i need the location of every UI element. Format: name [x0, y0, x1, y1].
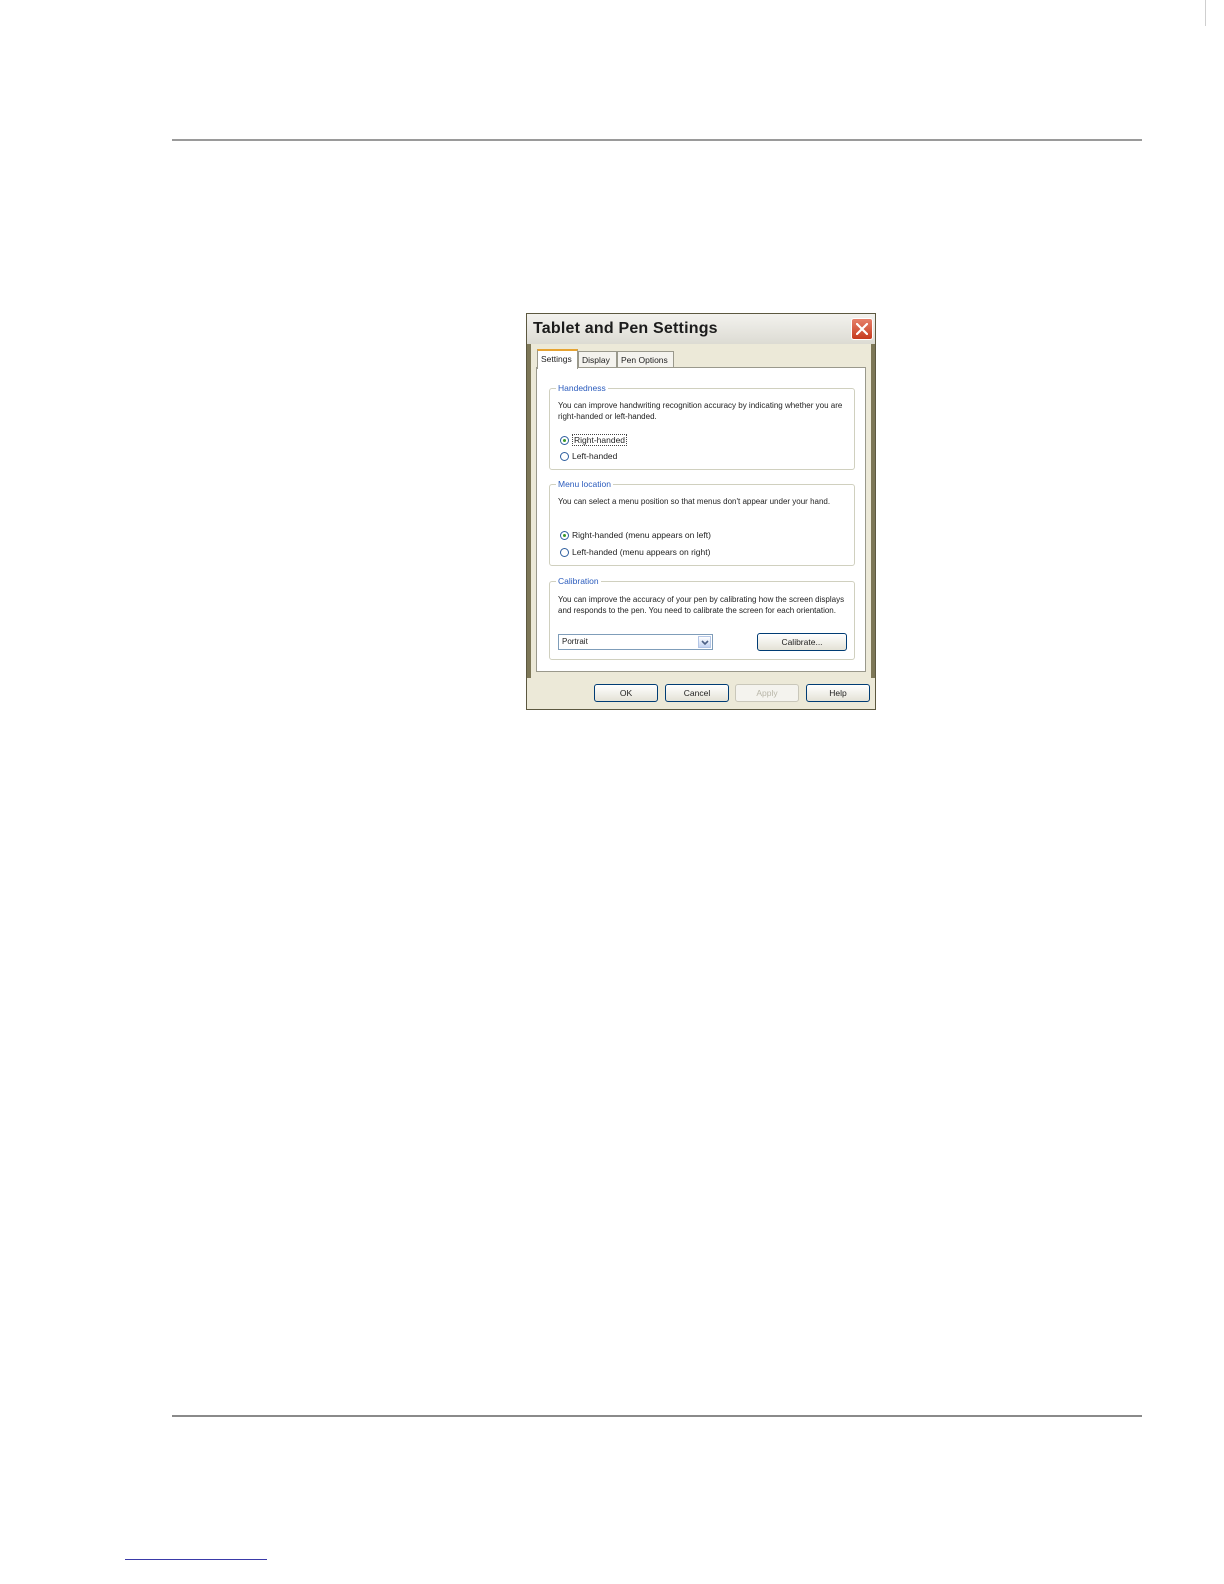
close-button[interactable]	[851, 318, 873, 340]
help-button[interactable]: Help	[806, 684, 870, 702]
radio-label: Right-handed (menu appears on left)	[572, 530, 711, 540]
radio-left-handed[interactable]: Left-handed	[560, 450, 617, 462]
menu-location-legend: Menu location	[556, 479, 613, 489]
calibration-legend: Calibration	[556, 576, 601, 586]
calibration-group: Calibration You can improve the accuracy…	[549, 576, 855, 660]
radio-label: Right-handed	[572, 434, 628, 446]
radio-label: Left-handed	[572, 451, 618, 461]
close-icon	[856, 323, 868, 335]
apply-button[interactable]: Apply	[735, 684, 799, 702]
page-edge-mark	[1205, 0, 1206, 26]
footer-link-underline	[125, 1559, 267, 1560]
settings-tab-panel: Handedness You can improve handwriting r…	[536, 367, 866, 672]
orientation-select[interactable]: Portrait	[558, 634, 713, 650]
dialog-button-bar: OK Cancel Apply Help	[527, 678, 875, 709]
radio-selected-icon[interactable]	[560, 531, 569, 540]
radio-menu-right-handed[interactable]: Right-handed (menu appears on left)	[560, 529, 711, 541]
handedness-group: Handedness You can improve handwriting r…	[549, 383, 855, 470]
dropdown-button[interactable]	[698, 636, 711, 648]
radio-unselected-icon[interactable]	[560, 452, 569, 461]
dialog-body: Settings Display Pen Options Handedness …	[531, 344, 871, 678]
radio-label: Left-handed (menu appears on right)	[572, 547, 711, 557]
handedness-description: You can improve handwriting recognition …	[558, 401, 843, 421]
tablet-pen-settings-dialog: Tablet and Pen Settings Settings Display…	[526, 313, 876, 710]
radio-selected-icon[interactable]	[560, 436, 569, 445]
tab-pen-options[interactable]: Pen Options	[617, 351, 674, 367]
handedness-legend: Handedness	[556, 383, 608, 393]
cancel-button[interactable]: Cancel	[665, 684, 729, 702]
chevron-down-icon	[701, 640, 709, 646]
tab-settings[interactable]: Settings	[537, 349, 578, 369]
ok-button[interactable]: OK	[594, 684, 658, 702]
menu-location-description: You can select a menu position so that m…	[558, 497, 831, 506]
menu-location-group: Menu location You can select a menu posi…	[549, 479, 855, 566]
tab-display[interactable]: Display	[578, 351, 617, 367]
footer-rule	[172, 1415, 1142, 1417]
title-bar[interactable]: Tablet and Pen Settings	[527, 314, 875, 344]
radio-right-handed[interactable]: Right-handed	[560, 434, 628, 446]
radio-menu-left-handed[interactable]: Left-handed (menu appears on right)	[560, 546, 710, 558]
header-rule	[172, 139, 1142, 141]
calibrate-button[interactable]: Calibrate...	[757, 633, 847, 651]
radio-unselected-icon[interactable]	[560, 548, 569, 557]
orientation-value: Portrait	[562, 637, 588, 646]
calibration-description: You can improve the accuracy of your pen…	[558, 595, 845, 615]
window-title: Tablet and Pen Settings	[533, 320, 718, 337]
